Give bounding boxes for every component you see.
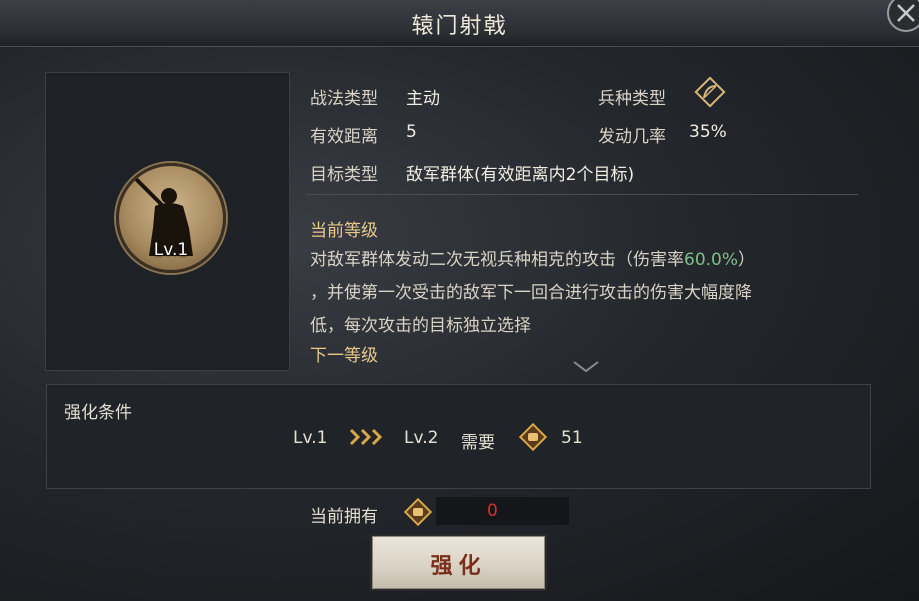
next-level-label: 下一等级 xyxy=(310,346,378,366)
close-icon xyxy=(897,4,915,22)
range-value: 5 xyxy=(406,122,417,142)
description-text-end: ） xyxy=(738,250,756,270)
upgrade-button-label: 强化 xyxy=(430,554,487,579)
tactic-portrait: Lv.1 xyxy=(116,163,226,273)
troop-type-label: 兵种类型 xyxy=(598,89,666,109)
upgrade-condition-panel xyxy=(46,384,871,489)
tactic-type-value: 主动 xyxy=(406,89,440,109)
tactic-point-icon xyxy=(518,422,548,452)
chevron-down-icon[interactable] xyxy=(572,360,600,374)
trigger-rate-value: 35% xyxy=(689,122,727,142)
portrait-level: Lv.1 xyxy=(153,240,189,260)
tactic-portrait-panel: Lv.1 xyxy=(45,72,290,371)
damage-rate-value: 60.0% xyxy=(684,250,739,270)
to-level: Lv.2 xyxy=(404,428,439,448)
from-level: Lv.1 xyxy=(293,428,328,448)
range-label: 有效距离 xyxy=(310,127,378,147)
owned-amount-bar xyxy=(436,497,569,525)
trigger-rate-label: 发动几率 xyxy=(598,127,666,147)
owned-amount: 0 xyxy=(487,501,498,521)
need-label: 需要 xyxy=(461,433,495,453)
tactic-type-label: 战法类型 xyxy=(310,89,378,109)
description-line-2: ，并使第一次受击的敌军下一回合进行攻击的伤害大幅度降 xyxy=(310,283,752,303)
target-type-label: 目标类型 xyxy=(310,165,378,185)
description-text: 对敌军群体发动二次无视兵种相克的攻击（伤害率 xyxy=(310,250,684,270)
upgrade-condition-title: 强化条件 xyxy=(64,403,132,423)
title-bar: 辕门射戟 xyxy=(0,0,919,47)
target-type-value: 敌军群体(有效距离内2个目标) xyxy=(406,165,635,185)
current-level-label: 当前等级 xyxy=(310,221,378,241)
owned-label: 当前拥有 xyxy=(310,507,378,527)
info-divider xyxy=(306,194,858,195)
upgrade-button[interactable]: 强化 xyxy=(372,536,545,589)
window-title: 辕门射戟 xyxy=(411,14,508,39)
archer-troop-icon[interactable] xyxy=(694,76,726,108)
description-line-1: 对敌军群体发动二次无视兵种相克的攻击（伤害率60.0%） xyxy=(310,244,868,277)
triple-arrow-icon xyxy=(349,428,383,446)
tactic-description: 对敌军群体发动二次无视兵种相克的攻击（伤害率60.0%） ，并使第一次受击的敌军… xyxy=(310,244,868,343)
need-amount: 51 xyxy=(561,428,583,448)
owned-point-icon xyxy=(403,497,433,527)
description-line-3: 低，每次攻击的目标独立选择 xyxy=(310,316,531,336)
